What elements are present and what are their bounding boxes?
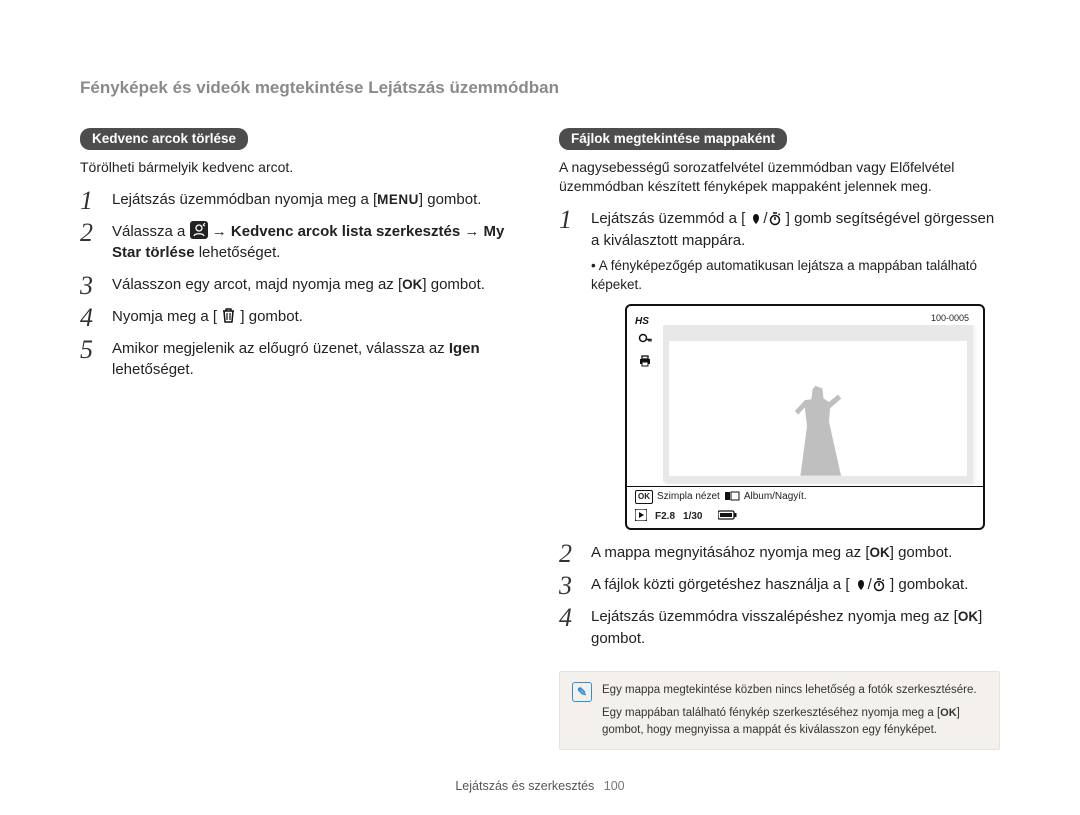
text-bold: Kedvenc arcok lista szerkesztés <box>231 223 460 240</box>
text-bold: Igen <box>449 340 480 357</box>
left-intro: Törölheti bármelyik kedvenc arcot. <box>80 158 521 177</box>
right-column: Fájlok megtekintése mappaként A nagysebe… <box>559 128 1000 750</box>
label-simple-view: Szimpla nézet <box>657 490 720 505</box>
ok-icon: OK <box>402 277 422 292</box>
label-album-zoom: Album/Nagyít. <box>744 490 807 505</box>
macro-icon <box>854 578 868 595</box>
pill-view-as-folder: Fájlok megtekintése mappaként <box>559 128 787 150</box>
page-footer: Lejátszás és szerkesztés 100 <box>0 779 1080 793</box>
play-icon <box>635 509 647 524</box>
note-line-1: Egy mappa megtekintése közben nincs lehe… <box>602 682 987 699</box>
macro-icon <box>749 212 763 229</box>
text: ] gombot. <box>422 276 485 293</box>
aperture-value: F2.8 <box>655 510 675 525</box>
left-column: Kedvenc arcok törlése Törölheti bármelyi… <box>80 128 521 750</box>
text: Válassza a <box>112 223 190 240</box>
text: Lejátszás üzemmódra visszalépéshez nyomj… <box>591 608 958 625</box>
ok-chip-icon: OK <box>635 490 653 504</box>
note-box: ✎ Egy mappa megtekintése közben nincs le… <box>559 671 1000 749</box>
shutter-value: 1/30 <box>683 510 702 525</box>
preview-bar-2: F2.8 1/30 <box>627 507 983 528</box>
right-step-4: Lejátszás üzemmódra visszalépéshez nyomj… <box>559 606 1000 650</box>
preview-bar-1: OK Szimpla nézet Album/Nagyít. <box>627 486 983 508</box>
text: lehetőséget. <box>112 361 194 378</box>
menu-icon: MENU <box>377 192 419 207</box>
page-title: Fényképek és videók megtekintése Lejátsz… <box>80 78 1000 98</box>
text: ] gombot. <box>240 308 303 325</box>
battery-icon <box>718 510 738 523</box>
text: → <box>460 223 483 240</box>
timer-icon <box>768 212 782 229</box>
ok-icon: OK <box>869 545 889 560</box>
timer-icon <box>872 578 886 595</box>
photo-frame <box>663 325 973 482</box>
left-step-1: Lejátszás üzemmódban nyomja meg a [MENU]… <box>80 189 521 211</box>
silhouette <box>791 386 846 476</box>
text: Válasszon egy arcot, majd nyomja meg az … <box>112 276 402 293</box>
text: ] gombot. <box>890 544 953 561</box>
right-step-3: A fájlok közti görgetéshez használja a [… <box>559 574 1000 596</box>
right-step-2: A mappa megnyitásához nyomja meg az [OK]… <box>559 542 1000 564</box>
text: Amikor megjelenik az előugró üzenet, vál… <box>112 340 449 357</box>
note-icon: ✎ <box>572 682 592 702</box>
text: → <box>212 223 231 240</box>
device-preview: HS 100-0005 <box>625 304 985 531</box>
svg-text:HS: HS <box>635 316 649 326</box>
left-step-3: Válasszon egy arcot, majd nyomja meg az … <box>80 274 521 296</box>
text: A fájlok közti görgetéshez használja a [ <box>591 576 850 593</box>
text: ] gombokat. <box>890 576 968 593</box>
zoom-bracket-icon <box>724 491 740 504</box>
text: Lejátszás üzemmódban nyomja meg a [ <box>112 191 377 208</box>
text: ] gombot. <box>419 191 482 208</box>
trash-icon <box>221 307 236 327</box>
right-step-1: Lejátszás üzemmód a [ / ] gomb segítségé… <box>559 208 1000 530</box>
pill-delete-favorite-faces: Kedvenc arcok törlése <box>80 128 248 150</box>
left-step-2: Válassza a → Kedvenc arcok lista szerkes… <box>80 221 521 265</box>
right-step-1-sub: A fényképezőgép automatikusan lejátsza a… <box>591 257 1000 293</box>
ok-icon: OK <box>940 707 957 719</box>
hs-mode-icon: HS <box>635 314 655 328</box>
text: A mappa megnyitásához nyomja meg az [ <box>591 544 869 561</box>
ok-icon: OK <box>958 609 978 624</box>
left-steps: Lejátszás üzemmódban nyomja meg a [MENU]… <box>80 189 521 381</box>
footer-section: Lejátszás és szerkesztés <box>455 779 594 793</box>
left-step-4: Nyomja meg a [ ] gombot. <box>80 306 521 328</box>
footer-page-number: 100 <box>604 779 625 793</box>
file-counter: 100-0005 <box>663 312 973 325</box>
right-intro: A nagysebességű sorozatfelvétel üzemmódb… <box>559 158 1000 196</box>
lock-icon <box>638 333 652 349</box>
left-step-5: Amikor megjelenik az előugró üzenet, vál… <box>80 338 521 382</box>
face-menu-icon <box>190 221 208 242</box>
text: Lejátszás üzemmód a [ <box>591 210 745 227</box>
right-steps: Lejátszás üzemmód a [ / ] gomb segítségé… <box>559 208 1000 649</box>
print-icon <box>638 354 652 370</box>
text: Nyomja meg a [ <box>112 308 217 325</box>
text: lehetőséget. <box>195 244 281 261</box>
note-line-2a: Egy mappában található fénykép szerkeszt… <box>602 707 940 719</box>
